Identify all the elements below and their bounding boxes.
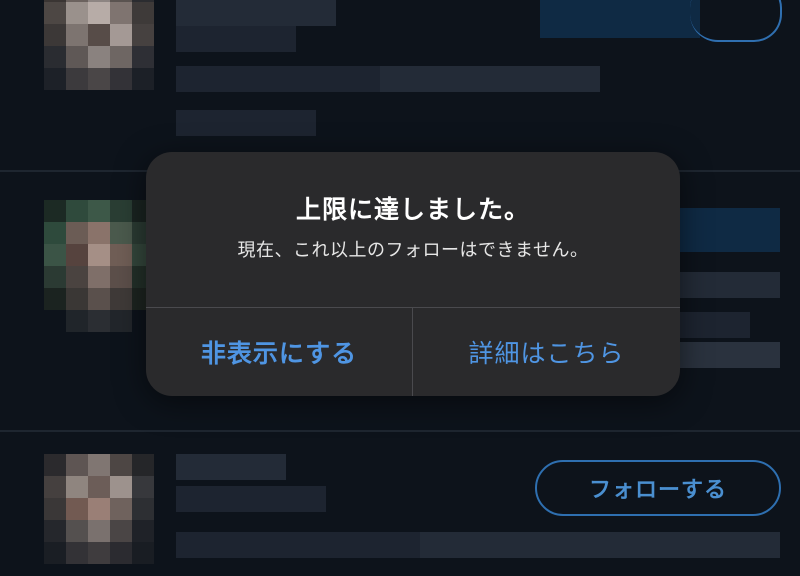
- avatar: [44, 454, 154, 574]
- follow-list-screen: フォローする 上限に達しました。 現在、これ以上のフォローはできません。 非表示…: [0, 0, 800, 576]
- limit-reached-alert: 上限に達しました。 現在、これ以上のフォローはできません。 非表示にする 詳細は…: [146, 152, 680, 396]
- avatar: [44, 0, 154, 100]
- avatar: [44, 200, 154, 332]
- follow-button-partial[interactable]: [690, 0, 782, 42]
- alert-message: 現在、これ以上のフォローはできません。: [237, 240, 589, 261]
- learn-more-button[interactable]: 詳細はこちら: [413, 308, 680, 396]
- hide-button[interactable]: 非表示にする: [146, 308, 412, 396]
- follow-button[interactable]: フォローする: [535, 460, 781, 516]
- user-list-item[interactable]: [0, 0, 800, 170]
- alert-title: 上限に達しました。: [295, 195, 530, 224]
